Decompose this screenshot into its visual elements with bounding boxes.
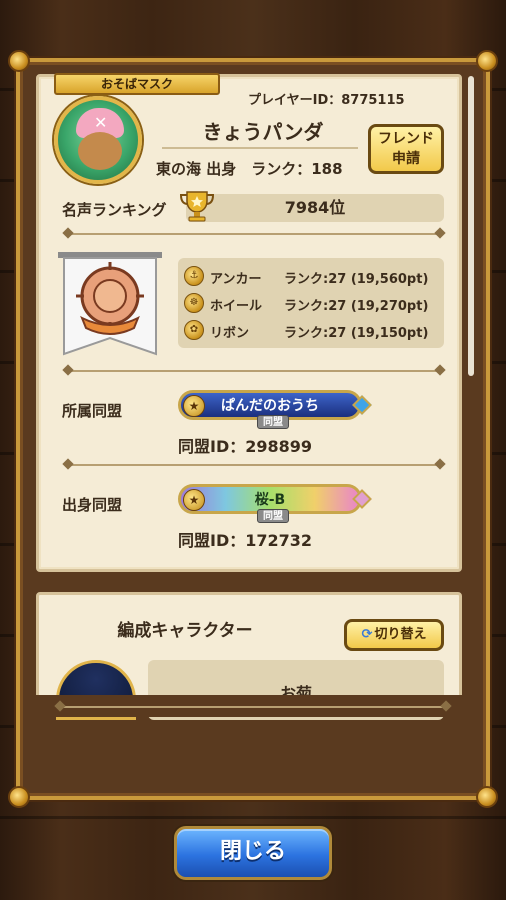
- fame-ranking-label: 名声ランキング: [62, 201, 167, 219]
- stat-row-wheel: ☸ ホイール ランク:27 (19,270pt): [178, 291, 444, 317]
- section-divider: [66, 464, 442, 466]
- player-name: きょうパンダ: [202, 120, 324, 144]
- stat-name: リボン: [210, 326, 250, 341]
- member-alliance-name: ぱんだのおうち: [221, 398, 319, 414]
- friend-request-button[interactable]: フレンド 申請: [368, 124, 444, 174]
- stat-name: ホイール: [210, 299, 263, 314]
- wheel-icon: ☸: [184, 293, 204, 313]
- switch-label: 切り替え: [374, 627, 427, 642]
- name-underline: [162, 147, 358, 149]
- stat-rank: ランク:27 (19,270pt): [284, 299, 429, 314]
- refresh-icon: ⟳: [361, 627, 373, 642]
- scrollbar[interactable]: [468, 76, 474, 376]
- mask-tag: おそばマスク: [54, 73, 220, 95]
- member-alliance-id: 同盟ID：298899: [178, 437, 313, 456]
- stat-rank: ランク:27 (19,150pt): [284, 326, 429, 341]
- close-button[interactable]: 閉じる: [174, 826, 332, 880]
- star-emblem-icon: ★: [183, 395, 205, 417]
- ribbon-icon: ✿: [184, 320, 204, 340]
- formation-title: 編成キャラクター: [117, 621, 253, 641]
- origin-alliance-name: 桜-B: [254, 492, 286, 508]
- section-divider: [66, 370, 442, 372]
- frame-corner-ornament: [476, 786, 498, 808]
- stat-name: アンカー: [210, 272, 262, 287]
- stat-row-ribbon: ✿ リボン ランク:27 (19,150pt): [178, 318, 444, 344]
- switch-button[interactable]: ⟳ 切り替え: [344, 619, 444, 651]
- player-origin-rank: 東の海 出身 ランク：188: [156, 160, 343, 178]
- anchor-icon: ⚓: [184, 266, 204, 286]
- alliance-sub-label: 同盟: [257, 415, 289, 429]
- origin-alliance-button[interactable]: ★ 桜-B 同盟: [178, 484, 372, 523]
- origin-alliance-label: 出身同盟: [62, 496, 123, 514]
- player-avatar: ✕: [54, 96, 142, 184]
- frame-corner-ornament: [476, 50, 498, 72]
- trophy-icon: [179, 191, 215, 222]
- stats-box: ⚓ アンカー ランク:27 (19,560pt) ☸ ホイール ランク:27 (…: [178, 258, 444, 348]
- section-divider: [58, 706, 448, 708]
- stat-rank: ランク:27 (19,560pt): [284, 272, 429, 287]
- alliance-sub-label: 同盟: [257, 509, 289, 523]
- section-divider: [66, 233, 442, 235]
- player-id: プレイヤーID：8775115: [248, 93, 405, 108]
- stat-row-anchor: ⚓ アンカー ランク:27 (19,560pt): [178, 264, 444, 290]
- origin-alliance-id: 同盟ID：172732: [178, 531, 313, 550]
- frame-corner-ornament: [8, 50, 30, 72]
- fame-ranking-value: 7984位: [186, 194, 444, 222]
- emblem-banner-icon: [58, 252, 162, 356]
- member-alliance-label: 所属同盟: [62, 402, 123, 420]
- frame-corner-ornament: [8, 786, 30, 808]
- star-emblem-icon: ★: [183, 489, 205, 511]
- member-alliance-button[interactable]: ★ ぱんだのおうち 同盟: [178, 390, 372, 429]
